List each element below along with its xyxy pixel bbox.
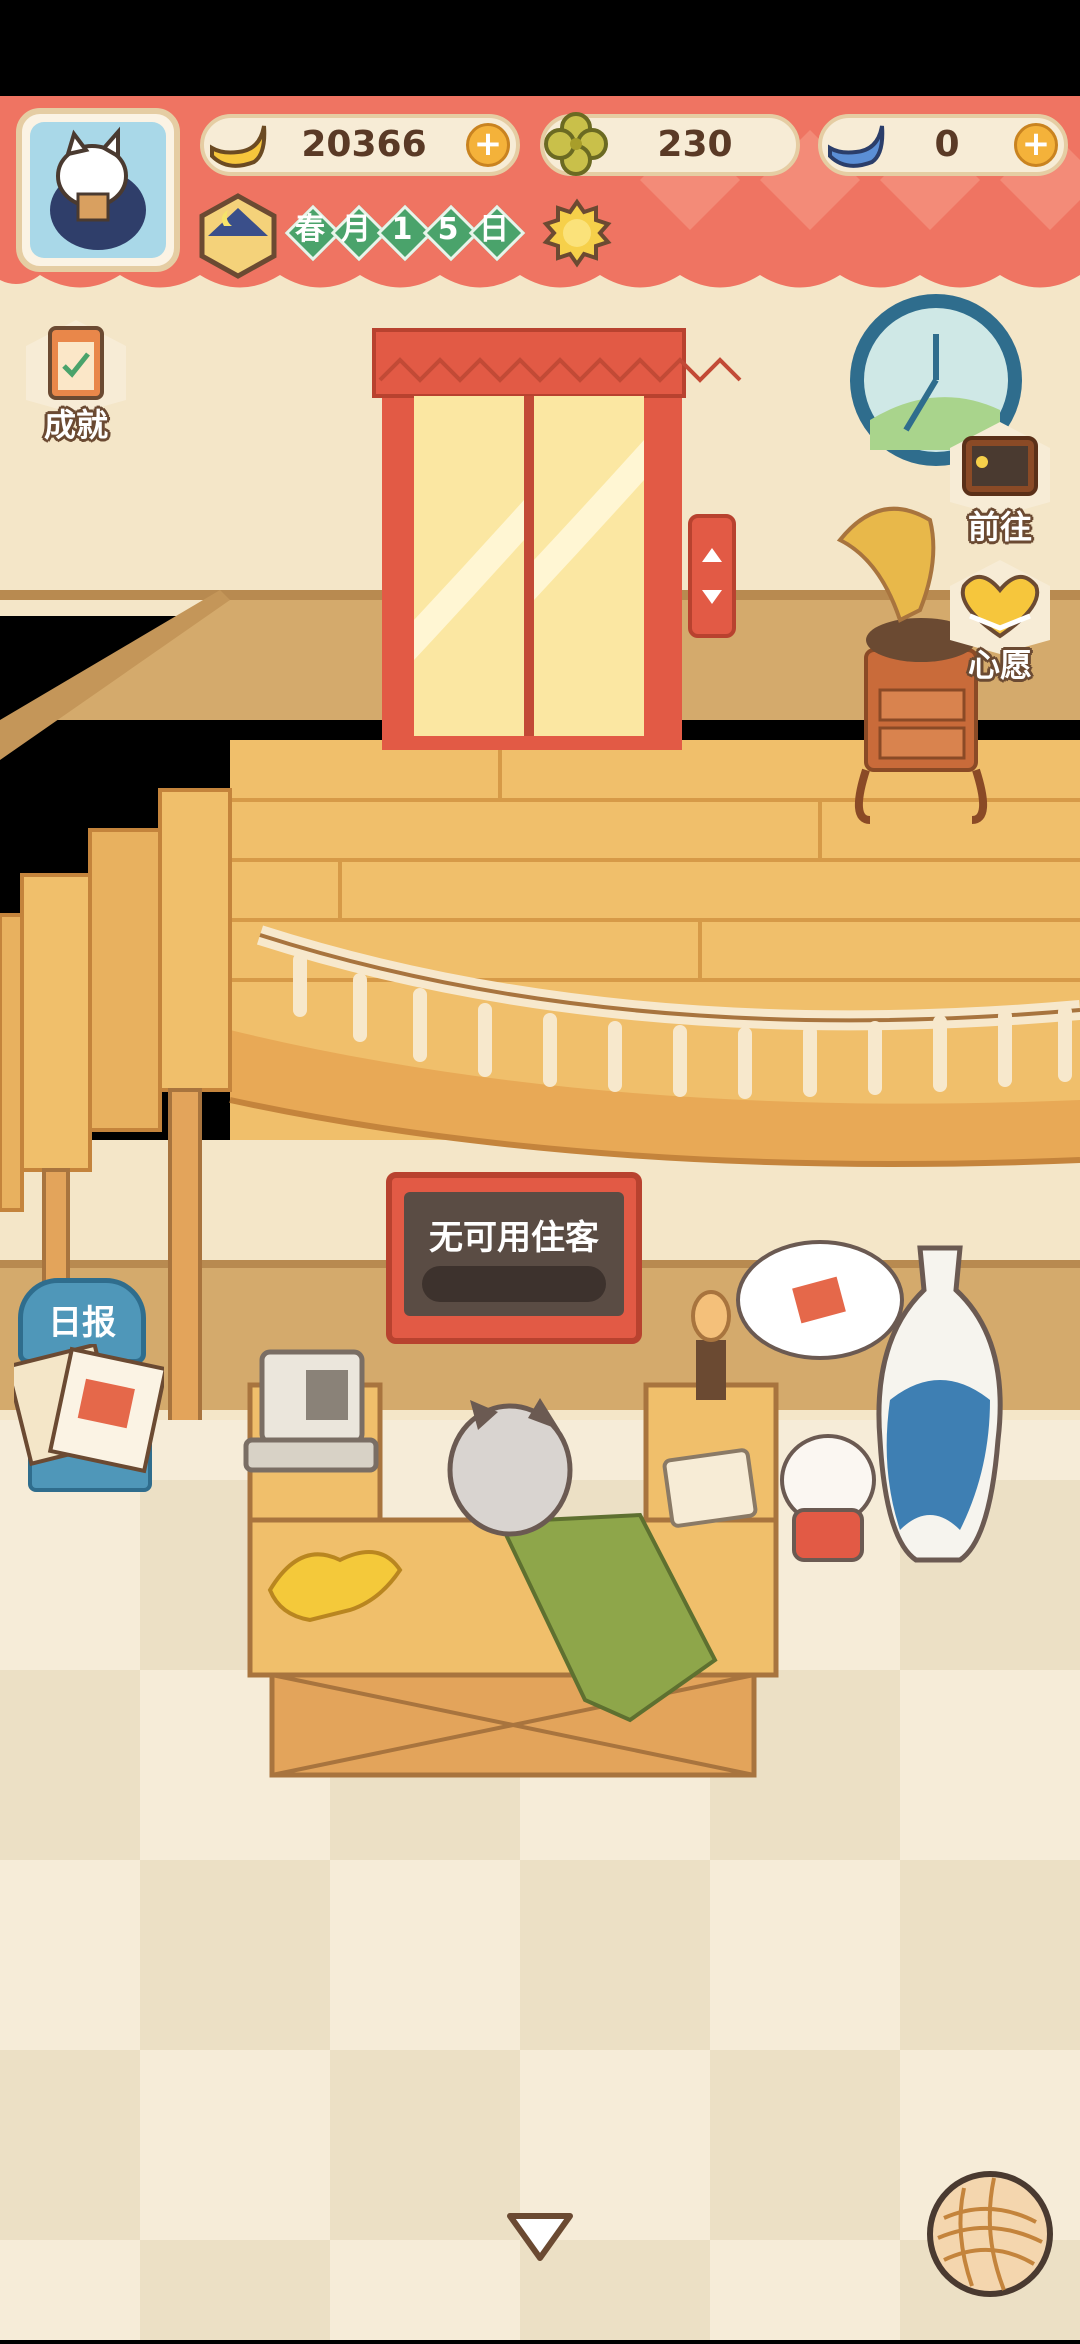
wishes-button[interactable]: 心愿 — [940, 556, 1060, 686]
guest-notice-board[interactable]: 无可用住客 — [386, 1172, 642, 1344]
date-season: 春 — [284, 204, 342, 262]
notice-screen: 无可用住客 — [404, 1192, 624, 1316]
daily-label: 日报 — [48, 1303, 116, 1343]
notice-progress-bar — [422, 1266, 606, 1302]
time-of-day-badge[interactable] — [194, 192, 282, 280]
clover-counter: 230 — [540, 112, 800, 176]
top-hud: 20366 + 230 0 + — [0, 96, 1080, 316]
add-banana-button[interactable]: + — [466, 123, 510, 167]
achievements-label: 成就 — [43, 406, 108, 444]
player-avatar[interactable] — [16, 108, 180, 272]
lobby-background — [0, 0, 1080, 2340]
clover-icon — [544, 112, 608, 176]
collapse-arrow-icon[interactable] — [504, 2210, 576, 2266]
date-month: 月 — [330, 204, 388, 262]
date-day-suffix: 日 — [468, 204, 526, 262]
banana-amount: 20366 — [301, 124, 427, 165]
date-day-ones: 5 — [422, 204, 480, 262]
achievements-button[interactable]: 成就 — [16, 316, 136, 446]
cat-avatar-icon — [30, 122, 166, 258]
daily-newspaper-stand[interactable]: 日报 — [14, 1278, 164, 1508]
blue-banana-amount: 0 — [934, 124, 960, 165]
yarn-ball-icon[interactable] — [924, 2168, 1056, 2300]
clover-amount: 230 — [657, 124, 733, 165]
blue-banana-counter: 0 + — [818, 114, 1068, 176]
sun-icon — [542, 198, 612, 268]
blue-banana-icon — [828, 125, 885, 168]
date-day-tens: 1 — [376, 204, 434, 262]
wishes-label: 心愿 — [967, 646, 1032, 684]
no-guest-text: 无可用住客 — [429, 1218, 599, 1258]
goto-label: 前往 — [967, 508, 1032, 546]
newspaper-icon — [14, 1344, 164, 1492]
moon-clock-icon — [199, 193, 277, 279]
banana-icon — [210, 125, 267, 168]
goto-button[interactable]: 前往 — [940, 418, 1060, 548]
add-blue-banana-button[interactable]: + — [1014, 123, 1058, 167]
game-scene — [0, 0, 1080, 2340]
banana-counter: 20366 + — [200, 114, 520, 176]
